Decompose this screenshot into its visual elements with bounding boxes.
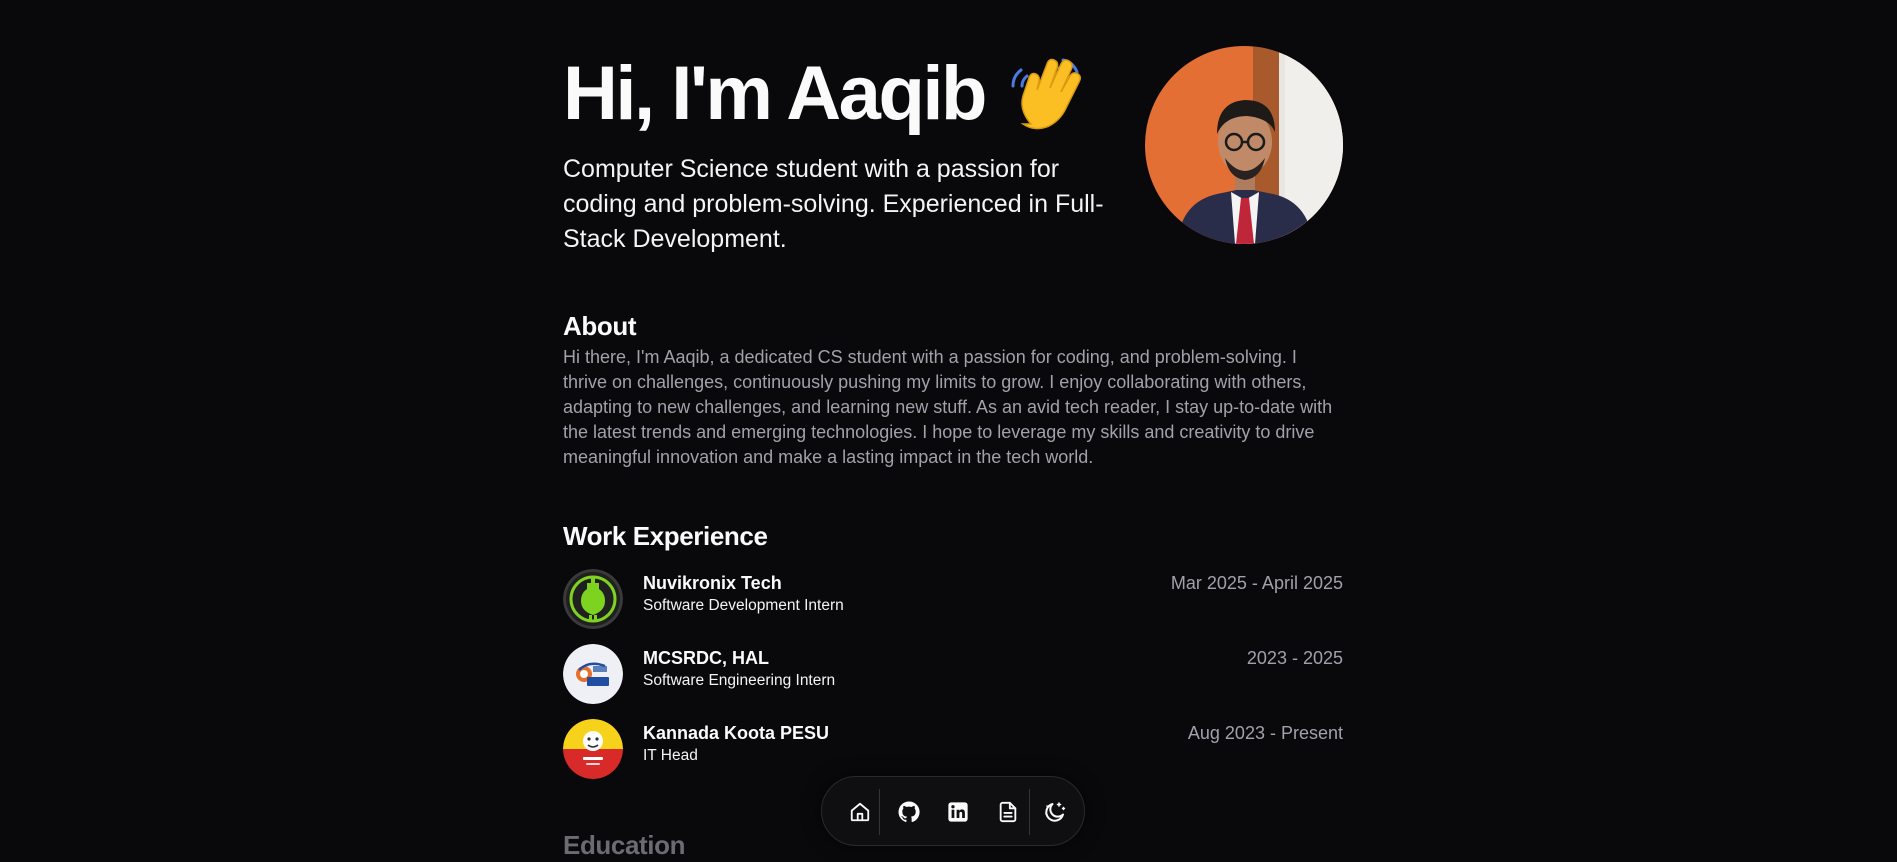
job-company: Nuvikronix Tech <box>643 573 782 593</box>
work-item-kannada-koota[interactable]: Kannada Koota PESU IT Head Aug 2023 - Pr… <box>563 719 1343 781</box>
bottom-dock <box>821 776 1085 846</box>
portfolio-page: Hi, I'm Aaqib Computer Science student w… <box>0 0 1897 862</box>
job-role: Software Engineering Intern <box>643 672 836 689</box>
dock-separator <box>879 789 880 835</box>
hero-subtitle: Computer Science student with a passion … <box>563 155 1104 253</box>
profile-avatar <box>1145 46 1343 244</box>
hero-section: Hi, I'm Aaqib Computer Science student w… <box>563 0 1343 260</box>
hal-logo-icon <box>563 644 623 704</box>
hero-title: Hi, I'm Aaqib <box>563 51 987 136</box>
home-icon[interactable] <box>841 793 879 831</box>
content-column: Hi, I'm Aaqib Computer Science student w… <box>563 0 1343 860</box>
work-item-hal[interactable]: MCSRDC, HAL Software Engineering Intern … <box>563 644 1343 706</box>
job-company: Kannada Koota PESU <box>643 723 830 743</box>
dock-separator <box>1029 789 1030 835</box>
github-icon[interactable] <box>890 793 928 831</box>
nuvikronix-logo-icon <box>563 569 623 629</box>
resume-icon[interactable] <box>989 793 1027 831</box>
job-dates: 2023 - 2025 <box>1246 648 1343 668</box>
job-dates: Aug 2023 - Present <box>1187 723 1343 743</box>
education-heading: Education <box>563 830 686 860</box>
about-body: Hi there, I'm Aaqib, a dedicated CS stud… <box>563 347 1333 467</box>
work-item-nuvikronix[interactable]: Nuvikronix Tech Software Development Int… <box>563 569 1343 631</box>
waving-hand-icon <box>1001 52 1089 140</box>
about-heading: About <box>563 311 637 341</box>
job-role: Software Development Intern <box>643 597 844 614</box>
kannada-koota-logo-icon <box>563 719 623 779</box>
work-experience-heading: Work Experience <box>563 521 768 551</box>
job-dates: Mar 2025 - April 2025 <box>1170 573 1343 593</box>
job-role: IT Head <box>643 747 698 764</box>
theme-toggle-icon[interactable] <box>1036 793 1074 831</box>
linkedin-icon[interactable] <box>939 793 977 831</box>
job-company: MCSRDC, HAL <box>643 648 769 668</box>
